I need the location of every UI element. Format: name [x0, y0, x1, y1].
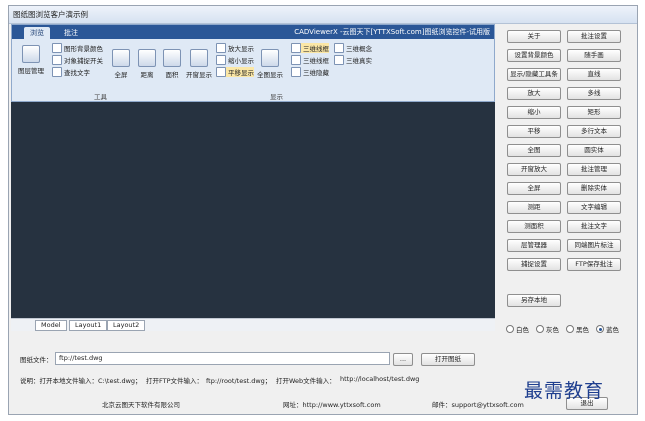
- freehand-button[interactable]: 随手画: [567, 49, 621, 62]
- 3d-realistic-button[interactable]: 三维真实: [334, 55, 372, 65]
- 3d-hidden-button[interactable]: 三维隐藏: [291, 67, 329, 77]
- radio-circle-icon: [536, 325, 544, 333]
- email-text: 邮件：support@yttxsoft.com: [432, 401, 524, 409]
- polyline-button[interactable]: 多线: [567, 87, 621, 100]
- zoom-in-display-button[interactable]: 放大显示: [216, 43, 254, 53]
- zoom-extents-button[interactable]: 全图: [507, 144, 561, 157]
- tab-annotate[interactable]: 批注: [58, 27, 84, 39]
- mtext-button[interactable]: 多行文本: [567, 125, 621, 138]
- annotation-manager-button[interactable]: 批注管理: [567, 163, 621, 176]
- delete-entity-button[interactable]: 删除实体: [567, 182, 621, 195]
- pan-display-button[interactable]: 平移显示: [216, 67, 254, 77]
- help-ftp-label: 打开FTP文件输入：: [146, 377, 204, 385]
- annotation-settings-button[interactable]: 批注设置: [567, 30, 621, 43]
- wireframe-icon: [291, 43, 301, 53]
- ruler-icon: [138, 49, 156, 67]
- group-label-tools: 工具: [94, 93, 107, 101]
- snap-settings-button[interactable]: 捕捉设置: [507, 258, 561, 271]
- layers-icon: [22, 45, 40, 63]
- toggle-toolbar-button[interactable]: 显示/隐藏工具条: [507, 68, 561, 81]
- save-local-button[interactable]: 另存本地: [507, 294, 561, 307]
- full-extent-icon: [261, 49, 279, 67]
- wireframe-icon: [291, 55, 301, 65]
- drawing-canvas[interactable]: [11, 102, 495, 318]
- window-zoom-button[interactable]: 开窗显示: [182, 49, 216, 79]
- edit-text-button[interactable]: 文字编辑: [567, 201, 621, 214]
- 3d-wireframe-button[interactable]: 三维线框: [291, 43, 329, 53]
- radio-black[interactable]: 黑色: [566, 324, 589, 334]
- radio-circle-icon: [506, 325, 514, 333]
- radio-circle-icon: [566, 325, 574, 333]
- 3d-conceptual-button[interactable]: 三维概念: [334, 43, 372, 53]
- layer-manager-button[interactable]: 图层管理: [14, 45, 48, 75]
- full-display-button[interactable]: 全图显示: [253, 49, 287, 79]
- pan-button[interactable]: 平移: [507, 125, 561, 138]
- help-web-path: http://localhost/test.dwg: [340, 375, 420, 383]
- image-annotation-button[interactable]: 同端图片标注: [567, 239, 621, 252]
- window-zoom-in-button[interactable]: 开窗放大: [507, 163, 561, 176]
- layout-tab-model[interactable]: Model: [35, 320, 67, 331]
- palette-icon: [52, 43, 62, 53]
- ribbon: 浏览 批注 CADViewerX -云图天下[YTTXSoft.com]图纸浏览…: [11, 24, 495, 102]
- watermark-text: 最需教育: [524, 380, 605, 402]
- magnifier-icon: [190, 49, 208, 67]
- pan-icon: [216, 67, 226, 77]
- help-label: 说明：打开本地文件输入：: [20, 377, 98, 385]
- ribbon-title: CADViewerX -云图天下[YTTXSoft.com]图纸浏览控件-试用版: [294, 28, 490, 36]
- snap-icon: [52, 55, 62, 65]
- browse-button[interactable]: ...: [393, 353, 413, 366]
- zoom-out-button[interactable]: 缩小: [507, 106, 561, 119]
- area-icon: [163, 49, 181, 67]
- help-web-label: 打开Web文件输入：: [276, 377, 336, 385]
- fullscreen-button[interactable]: 全屏: [507, 182, 561, 195]
- radio-selected-icon: [596, 325, 604, 333]
- title-bar: 图纸图浏览客户演示例: [9, 6, 637, 24]
- zoom-out-display-button[interactable]: 缩小显示: [216, 55, 254, 65]
- find-icon: [52, 67, 62, 77]
- file-label: 图纸文件：: [20, 356, 53, 364]
- help-ftp-path: ftp://root/test.dwg；: [206, 377, 272, 385]
- hidden-icon: [291, 67, 301, 77]
- file-path-input[interactable]: ftp://test.dwg: [55, 352, 390, 365]
- website-text: 网址：http://www.yttxsoft.com: [283, 401, 381, 409]
- company-name: 北京云图天下软件有限公司: [102, 401, 180, 409]
- zoom-in-icon: [216, 43, 226, 53]
- annotation-text-button[interactable]: 批注文字: [567, 220, 621, 233]
- zoom-out-icon: [216, 55, 226, 65]
- fullscreen-icon: [112, 49, 130, 67]
- ribbon-tab-bar: 浏览 批注 CADViewerX -云图天下[YTTXSoft.com]图纸浏览…: [12, 25, 494, 39]
- find-text-button[interactable]: 查找文字: [52, 67, 90, 77]
- layout-tab-layout1[interactable]: Layout1: [69, 320, 108, 331]
- group-label-display: 显示: [270, 93, 283, 101]
- rectangle-button[interactable]: 矩形: [567, 106, 621, 119]
- snap-toggle-button[interactable]: 对象捕捉开关: [52, 55, 103, 65]
- radio-gray[interactable]: 灰色: [536, 324, 559, 334]
- set-background-color-button[interactable]: 设置背景颜色: [507, 49, 561, 62]
- measure-distance-button[interactable]: 测距: [507, 201, 561, 214]
- measure-area-button[interactable]: 测面积: [507, 220, 561, 233]
- open-drawing-button[interactable]: 打开图纸: [421, 353, 475, 366]
- circle-button[interactable]: 圆实体: [567, 144, 621, 157]
- conceptual-icon: [334, 43, 344, 53]
- help-local-path: C:\test.dwg；: [98, 377, 142, 385]
- bg-color-button[interactable]: 图形背景颜色: [52, 43, 103, 53]
- layout-tab-bar: Model Layout1 Layout2: [11, 318, 495, 331]
- line-button[interactable]: 直线: [567, 68, 621, 81]
- 3d-wireframe-2-button[interactable]: 三维线框: [291, 55, 329, 65]
- tab-browse[interactable]: 浏览: [24, 27, 50, 39]
- realistic-icon: [334, 55, 344, 65]
- zoom-in-button[interactable]: 放大: [507, 87, 561, 100]
- window-title: 图纸图浏览客户演示例: [13, 10, 88, 19]
- layout-tab-layout2[interactable]: Layout2: [107, 320, 146, 331]
- ftp-save-annotation-button[interactable]: FTP保存批注: [567, 258, 621, 271]
- radio-white[interactable]: 白色: [506, 324, 529, 334]
- radio-blue[interactable]: 蓝色: [596, 324, 619, 334]
- about-button[interactable]: 关于: [507, 30, 561, 43]
- layer-manager-side-button[interactable]: 层管理器: [507, 239, 561, 252]
